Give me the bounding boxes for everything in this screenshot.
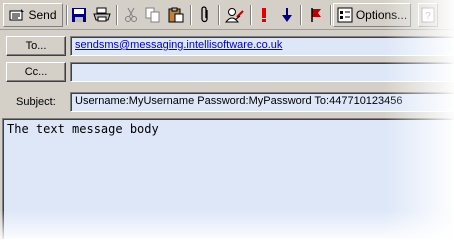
help-icon: ? bbox=[421, 7, 435, 23]
cc-button[interactable]: Cc... bbox=[6, 62, 66, 82]
toolbar-separator bbox=[116, 5, 118, 25]
low-importance-icon bbox=[281, 7, 293, 23]
help-button[interactable]: ? bbox=[418, 3, 438, 27]
subject-field[interactable]: Username:MyUsername Password:MyPassword … bbox=[70, 92, 454, 112]
copy-button[interactable] bbox=[144, 3, 162, 27]
message-compose-window: Send Options... ? To... sendsms@messagin… bbox=[0, 0, 454, 240]
save-icon bbox=[71, 7, 87, 23]
options-button-label: Options... bbox=[355, 8, 408, 22]
high-importance-icon bbox=[260, 7, 268, 23]
flag-button[interactable] bbox=[306, 3, 326, 27]
attach-button[interactable] bbox=[196, 3, 214, 27]
send-icon bbox=[9, 7, 25, 23]
paste-icon bbox=[168, 7, 184, 23]
low-importance-button[interactable] bbox=[278, 3, 296, 27]
cut-icon bbox=[124, 7, 138, 23]
address-book-icon bbox=[225, 7, 245, 23]
attach-icon bbox=[199, 6, 211, 24]
toolbar-separator bbox=[250, 5, 252, 25]
message-body[interactable]: The text message body bbox=[2, 118, 454, 240]
save-button[interactable] bbox=[70, 3, 88, 27]
options-icon bbox=[337, 7, 353, 23]
toolbar: Send Options... ? bbox=[0, 0, 454, 30]
toolbar-separator bbox=[66, 5, 68, 25]
print-button[interactable] bbox=[92, 3, 112, 27]
toolbar-separator bbox=[218, 5, 220, 25]
flag-icon bbox=[309, 7, 323, 23]
toolbar-separator bbox=[190, 5, 192, 25]
print-icon bbox=[93, 7, 111, 23]
cut-button[interactable] bbox=[122, 3, 140, 27]
cc-field[interactable] bbox=[70, 62, 454, 82]
send-button-label: Send bbox=[28, 8, 57, 22]
high-importance-button[interactable] bbox=[256, 3, 272, 27]
copy-icon bbox=[145, 7, 161, 23]
subject-label: Subject: bbox=[16, 96, 56, 108]
to-button[interactable]: To... bbox=[6, 36, 66, 56]
to-field[interactable]: sendsms@messaging.intellisoftware.co.uk bbox=[70, 36, 454, 56]
toolbar-separator bbox=[300, 5, 302, 25]
svg-text:?: ? bbox=[425, 11, 431, 22]
send-button[interactable]: Send bbox=[3, 3, 63, 27]
options-button[interactable]: Options... bbox=[333, 3, 411, 27]
address-book-button[interactable] bbox=[224, 3, 246, 27]
paste-button[interactable] bbox=[166, 3, 186, 27]
toolbar-separator bbox=[330, 5, 332, 25]
